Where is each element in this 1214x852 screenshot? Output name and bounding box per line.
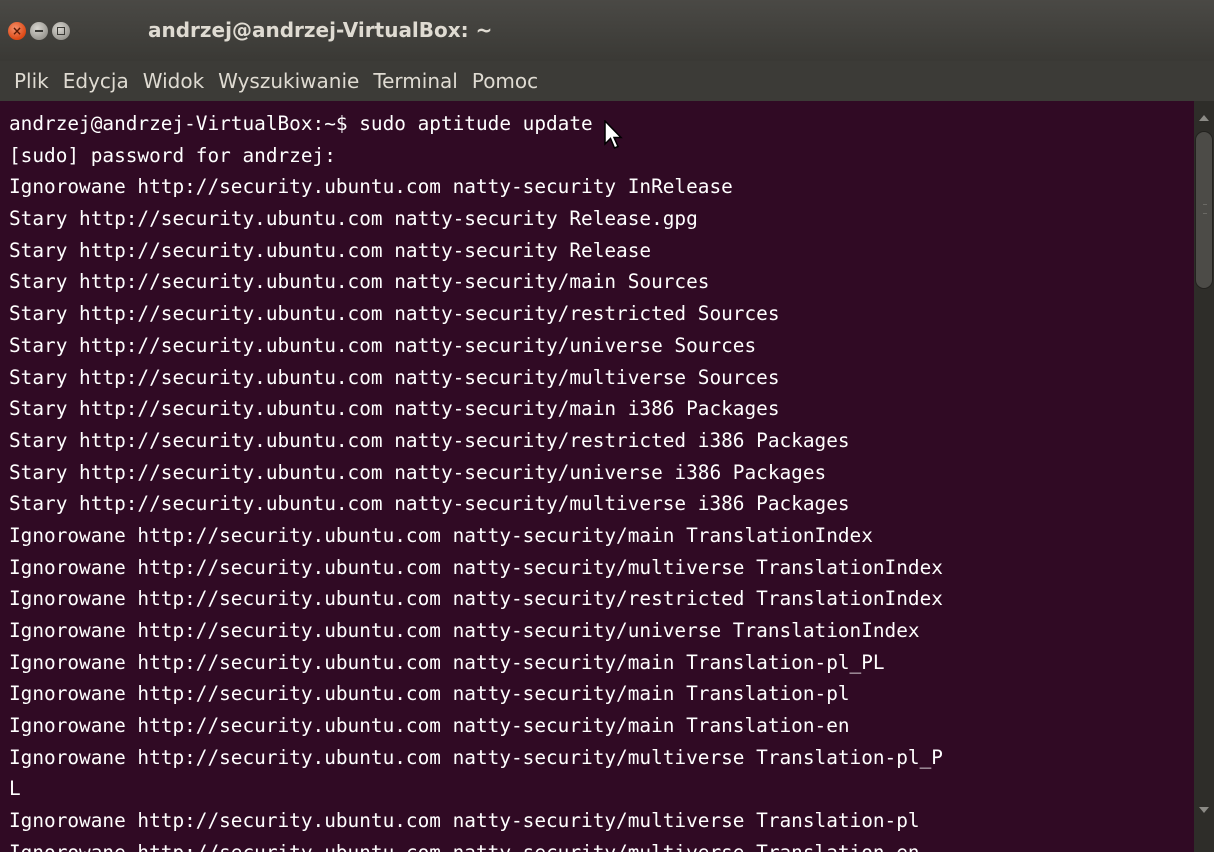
terminal-line: Stary http://security.ubuntu.com natty-s…: [9, 270, 710, 294]
window-controls: ×: [8, 22, 70, 40]
minimize-icon[interactable]: [30, 22, 48, 40]
terminal-line: Ignorowane http://security.ubuntu.com na…: [9, 523, 873, 547]
terminal-line: Ignorowane http://security.ubuntu.com na…: [9, 555, 943, 579]
scroll-up-arrow-icon[interactable]: [1199, 115, 1209, 121]
terminal-line: andrzej@andrzej-VirtualBox:~$ sudo aptit…: [9, 112, 593, 135]
terminal-line: Stary http://security.ubuntu.com natty-s…: [9, 428, 850, 452]
terminal-line: Stary http://security.ubuntu.com natty-s…: [9, 302, 780, 326]
terminal-line: Ignorowane http://security.ubuntu.com na…: [9, 650, 885, 674]
menu-item-terminal[interactable]: Terminal: [373, 69, 458, 93]
menu-item-pomoc[interactable]: Pomoc: [472, 69, 538, 93]
window-title: andrzej@andrzej-VirtualBox: ~: [148, 18, 493, 42]
terminal-line: Ignorowane http://security.ubuntu.com na…: [9, 745, 943, 769]
terminal-line: Ignorowane http://security.ubuntu.com na…: [9, 619, 920, 642]
terminal-line: Ignorowane http://security.ubuntu.com na…: [9, 714, 850, 738]
terminal-line: Stary http://security.ubuntu.com natty-s…: [9, 207, 698, 231]
mouse-pointer-icon: [604, 120, 623, 149]
terminal-line: Stary http://security.ubuntu.com natty-s…: [9, 397, 780, 421]
terminal-line: Stary http://security.ubuntu.com natty-s…: [9, 492, 850, 516]
terminal-line: Stary http://security.ubuntu.com natty-s…: [9, 333, 757, 357]
terminal-line: Stary http://security.ubuntu.com natty-s…: [9, 238, 652, 262]
terminal-line: Ignorowane http://security.ubuntu.com na…: [9, 175, 733, 199]
terminal-output[interactable]: andrzej@andrzej-VirtualBox:~$ sudo aptit…: [0, 101, 1194, 852]
terminal-window: × andrzej@andrzej-VirtualBox: ~ Plik Edy…: [0, 0, 1214, 852]
scrollbar-thumb[interactable]: [1195, 131, 1213, 289]
terminal-line: Ignorowane http://security.ubuntu.com na…: [9, 809, 920, 833]
menu-item-widok[interactable]: Widok: [143, 69, 204, 93]
terminal-line: Ignorowane http://security.ubuntu.com na…: [9, 682, 850, 706]
title-bar[interactable]: × andrzej@andrzej-VirtualBox: ~: [0, 0, 1214, 61]
terminal-line: Stary http://security.ubuntu.com natty-s…: [9, 460, 827, 484]
close-icon[interactable]: ×: [8, 22, 26, 40]
terminal-line: L: [9, 777, 21, 801]
terminal-lines: andrzej@andrzej-VirtualBox:~$ sudo aptit…: [9, 108, 943, 852]
menu-item-plik[interactable]: Plik: [14, 69, 49, 93]
menu-bar: Plik Edycja Widok Wyszukiwanie Terminal …: [0, 61, 1214, 101]
maximize-icon[interactable]: [52, 22, 70, 40]
scroll-down-arrow-icon[interactable]: [1199, 807, 1209, 813]
terminal-line: Ignorowane http://security.ubuntu.com na…: [9, 837, 943, 852]
menu-item-edycja[interactable]: Edycja: [63, 69, 129, 93]
menu-item-wyszukiwanie[interactable]: Wyszukiwanie: [218, 69, 359, 93]
vertical-scrollbar[interactable]: [1194, 101, 1214, 852]
terminal-line: Ignorowane http://security.ubuntu.com na…: [9, 587, 943, 611]
terminal-line: [sudo] password for andrzej:: [9, 143, 336, 167]
terminal-line: Stary http://security.ubuntu.com natty-s…: [9, 365, 780, 389]
grip-icon: [1203, 204, 1207, 214]
